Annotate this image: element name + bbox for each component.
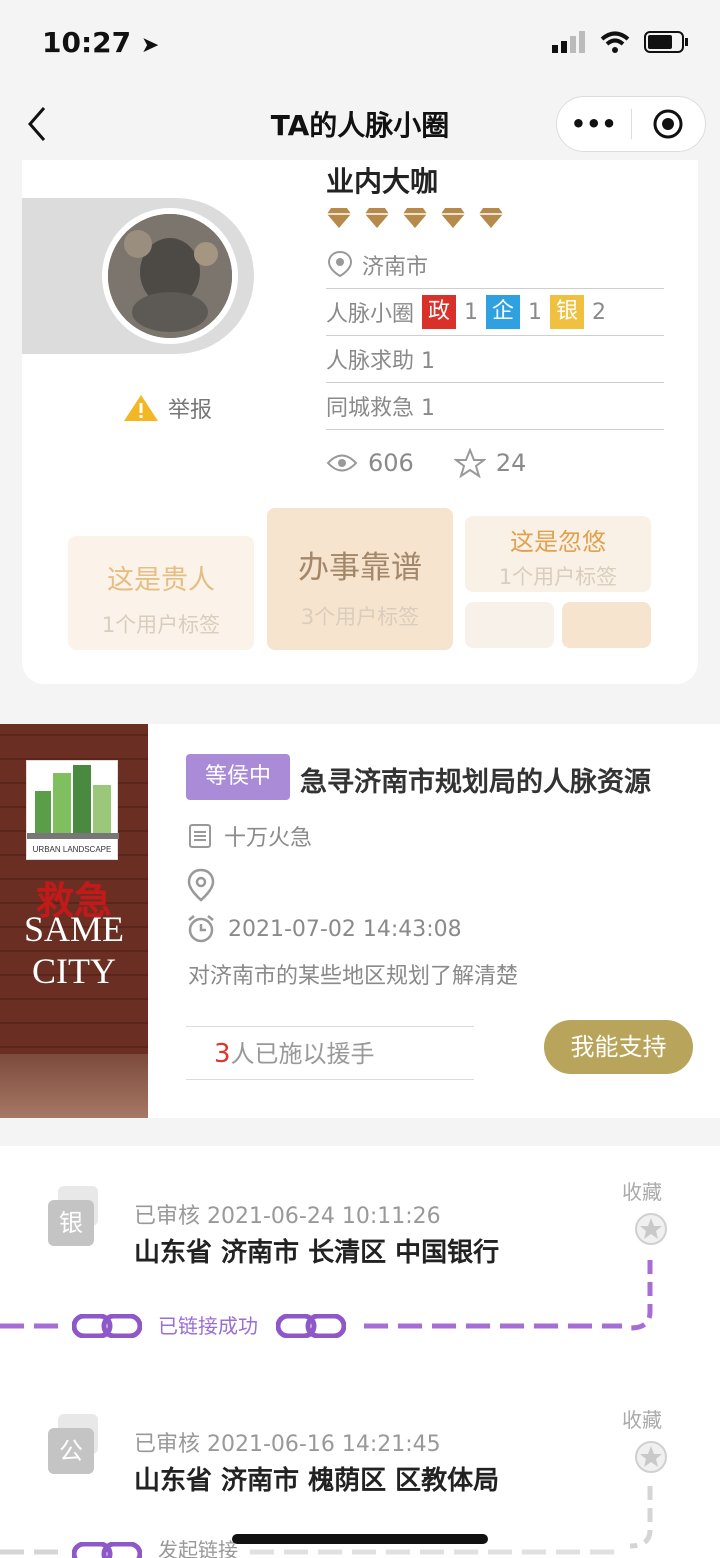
favorite-star-icon[interactable] (634, 1212, 668, 1246)
star-icon[interactable] (453, 448, 486, 478)
favorite-label[interactable]: 收藏 (622, 1176, 662, 1205)
empty-tag-slot (465, 602, 554, 648)
urgency-text: 十万火急 (224, 826, 313, 851)
bank-tag: 银 (550, 295, 585, 329)
location-pin-icon (187, 868, 215, 902)
diamond-icon (441, 208, 465, 228)
urgency-row: 十万火急 (188, 820, 312, 852)
tag-fool[interactable]: 这是忽悠 1个用户标签 (465, 516, 651, 592)
emergency-row[interactable]: 同城救急 1 (326, 383, 664, 430)
poster-floor (0, 1054, 148, 1118)
location-pin-icon (327, 250, 353, 278)
stats-row: 606 24 (326, 448, 664, 478)
help-location-row (186, 868, 216, 906)
avatar[interactable] (102, 208, 238, 344)
location-text: 济南市 (362, 255, 429, 280)
link-meta: 已审核 2021-06-16 14:21:45 (134, 1432, 441, 1457)
report-link[interactable]: 举报 (122, 392, 212, 424)
stars-count: 24 (495, 449, 527, 477)
help-title: 急寻济南市规划局的人脉资源 (300, 767, 651, 798)
gov-count: 1 (464, 299, 479, 325)
tag-sub: 3个用户标签 (300, 605, 420, 629)
city-logo: URBAN LANDSCAPE (26, 760, 119, 860)
diamond-icon (479, 208, 503, 228)
stone-lion-image (108, 214, 232, 338)
logo-text: URBAN LANDSCAPE (32, 845, 112, 854)
help-request-card[interactable]: URBAN LANDSCAPE 救急 SAME CITY 等侯中 急寻济南市规划局… (0, 724, 720, 1118)
tag-sub: 1个用户标签 (498, 565, 618, 589)
helpers-text: 人已施以援手 (230, 1040, 375, 1068)
help-desc: 对济南市的某些地区规划了解清楚 (188, 964, 519, 989)
target-icon (653, 109, 683, 139)
link-list: 银 已审核 2021-06-24 10:11:26 山东省 济南市 长清区 中国… (0, 1146, 720, 1558)
tag-noble[interactable]: 这是贵人 1个用户标签 (68, 536, 254, 650)
mini-program-capsule: ••• (556, 96, 706, 152)
link-status[interactable]: 发起链接 (158, 1534, 238, 1558)
navigation-bar: TA的人脉小圈 ••• (0, 88, 720, 160)
chain-link-icon (72, 1314, 142, 1338)
chain-link-icon (72, 1542, 142, 1558)
close-mini-program-button[interactable] (632, 108, 706, 140)
views-count: 606 (368, 449, 414, 477)
diamond-icon (327, 208, 351, 228)
tag-sub: 1个用户标签 (101, 613, 221, 637)
tag-reliable[interactable]: 办事靠谱 3个用户标签 (267, 508, 453, 650)
report-label: 举报 (168, 398, 213, 423)
home-indicator (232, 1534, 488, 1544)
list-item[interactable]: 公 已审核 2021-06-16 14:21:45 山东省 济南市 槐荫区 区教… (0, 1374, 720, 1558)
tag-title: 这是忽悠 (510, 528, 606, 556)
tag-title: 这是贵人 (107, 565, 215, 596)
helpers-count: 3 (214, 1039, 231, 1069)
gov-tag: 政 (422, 295, 457, 329)
status-time: 10:27 ➤ (42, 26, 160, 59)
list-icon (189, 824, 211, 848)
profile-card: 举报 业内大咖 济南市 人脉小圈 政 1 企 1 银 2 人脉求助 1 同城救急… (22, 160, 698, 684)
battery-icon (644, 31, 688, 53)
profile-info: 业内大咖 济南市 人脉小圈 政 1 企 1 银 2 人脉求助 1 同城救急 1 … (326, 160, 664, 478)
support-button[interactable]: 我能支持 (544, 1020, 693, 1074)
tag-title: 办事靠谱 (298, 550, 422, 586)
time-text: 2021-07-02 14:43:08 (228, 916, 462, 942)
help-row[interactable]: 人脉求助 1 (326, 336, 664, 383)
circle-label: 人脉小圈 (326, 302, 415, 327)
status-badge: 等侯中 (186, 754, 290, 800)
enterprise-tag: 企 (486, 295, 521, 329)
circle-row[interactable]: 人脉小圈 政 1 企 1 银 2 (326, 289, 664, 336)
favorite-label[interactable]: 收藏 (622, 1404, 662, 1433)
location-row: 济南市 (326, 242, 664, 289)
wifi-icon (600, 31, 630, 53)
empty-tag-slot (562, 602, 651, 648)
public-icon: 公 (48, 1428, 94, 1474)
warning-icon (124, 395, 158, 421)
chain-link-icon (276, 1314, 346, 1338)
status-bar: 10:27 ➤ (0, 0, 720, 88)
bank-count: 2 (592, 299, 607, 325)
buildings-icon (27, 765, 119, 839)
link-status: 已链接成功 (158, 1314, 258, 1338)
time-row: 2021-07-02 14:43:08 (186, 914, 462, 944)
link-meta: 已审核 2021-06-24 10:11:26 (134, 1204, 441, 1229)
status-icons (552, 30, 690, 54)
diamond-icon (365, 208, 389, 228)
helpers-row: 3人已施以援手 (186, 1026, 474, 1080)
list-item[interactable]: 银 已审核 2021-06-24 10:11:26 山东省 济南市 长清区 中国… (0, 1146, 720, 1366)
diamond-icon (403, 208, 427, 228)
diamond-rating (326, 200, 664, 236)
alarm-clock-icon (188, 915, 214, 943)
favorite-star-icon[interactable] (634, 1440, 668, 1474)
enterprise-count: 1 (528, 299, 543, 325)
eye-icon (326, 454, 358, 472)
poster-image: URBAN LANDSCAPE 救急 SAME CITY (0, 724, 148, 1118)
poster-en-text: SAME CITY (23, 909, 125, 991)
cellular-signal-icon (552, 31, 585, 53)
more-button[interactable]: ••• (557, 110, 631, 138)
bank-icon: 银 (48, 1200, 94, 1246)
level-title: 业内大咖 (326, 165, 439, 198)
